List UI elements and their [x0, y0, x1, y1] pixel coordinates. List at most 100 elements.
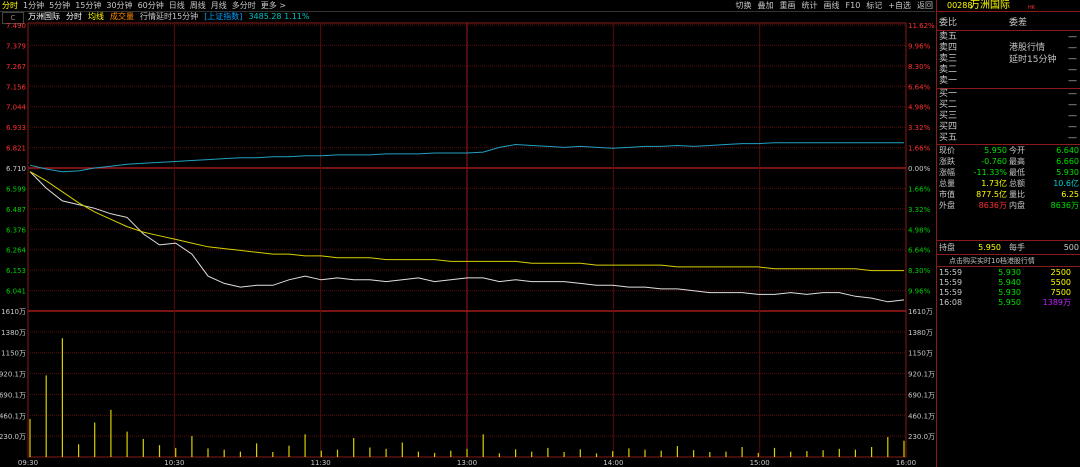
bid-level-value: —	[1068, 89, 1077, 99]
tick-time: 16:08	[939, 298, 963, 307]
volume-bar	[547, 447, 549, 457]
ask-level-label: 卖四	[939, 43, 958, 53]
tick-price: 5.930	[998, 288, 1021, 297]
trade-tick-row: 15:59 5.930 2500	[939, 268, 1079, 278]
volume-bar	[773, 447, 776, 457]
pct-tick-label: 3.32%	[908, 206, 931, 214]
ask-level-label: 卖五	[939, 32, 958, 42]
volume-bar	[709, 452, 711, 457]
time-tick-label: 13:00	[457, 459, 477, 467]
volume-bar	[725, 451, 727, 457]
trade-tick-row: 15:59 5.940 5500	[939, 278, 1079, 288]
volume-bar	[110, 409, 112, 457]
bid-level-value: —	[1068, 122, 1077, 132]
stat-value: 8636万	[978, 201, 1007, 210]
volume-bar	[353, 438, 355, 457]
volume-bar	[94, 422, 96, 457]
time-tick-label: 10:30	[164, 459, 184, 467]
volume-bar	[288, 445, 290, 457]
volume-bar	[223, 449, 225, 457]
delay-note-1: 港股行情	[1009, 43, 1046, 53]
bid-level-row: 买四 —	[939, 122, 1079, 133]
volume-bar	[158, 445, 161, 457]
volume-bar	[790, 451, 792, 457]
stat-label: 最高	[1009, 157, 1025, 166]
volume-tick-label: 690.1万	[0, 391, 26, 399]
intraday-chart[interactable]: 7.490 11.62% 7.379 9.96% 7.267 8.30% 7.156 6.64…	[0, 0, 935, 467]
ask-level-row: 卖一 —	[939, 76, 1079, 87]
volume-bar	[498, 453, 500, 457]
stat-value: 1.73亿	[981, 179, 1007, 188]
hold-value: 5.950	[978, 243, 1001, 252]
volume-bar	[595, 453, 598, 457]
tick-volume: 5500	[1050, 278, 1071, 287]
pct-tick-label: 1.66%	[908, 145, 931, 153]
pct-tick-label: 9.96%	[908, 42, 931, 50]
stat-value: 10.6亿	[1053, 179, 1079, 188]
ask-level-label: 卖二	[939, 65, 958, 75]
market-tag: HK	[1028, 5, 1036, 11]
stat-value: 8636万	[1050, 201, 1079, 210]
bid-level-label: 买一	[939, 89, 958, 99]
volume-bar	[175, 447, 177, 457]
price-tick-label: 6.487	[6, 206, 26, 214]
bid-level-row: 买一 —	[939, 89, 1079, 100]
volume-bar	[838, 448, 840, 457]
volume-bar	[417, 451, 419, 457]
stat-value: 6.640	[1056, 146, 1079, 155]
time-tick-label: 15:00	[750, 459, 770, 467]
ask-level-label: 卖一	[939, 76, 958, 86]
tick-price: 5.930	[998, 268, 1021, 277]
stat-label: 总额	[1009, 179, 1025, 188]
pct-tick-label: 8.30%	[908, 63, 931, 71]
volume-tick-label-right: 1380万	[908, 329, 933, 337]
volume-bar	[822, 450, 824, 457]
stat-value: 5.930	[1056, 168, 1079, 177]
quote-stat-row: 涨跌 -0.760 最高 6.660	[939, 157, 1079, 167]
volume-bar	[385, 448, 387, 457]
quote-stat-row: 市值 877.5亿 量比 6.25	[939, 190, 1079, 200]
volume-bar	[256, 443, 258, 457]
pct-tick-label: 0.00%	[908, 165, 931, 173]
volume-bar	[579, 449, 581, 457]
bid-level-label: 买四	[939, 122, 958, 132]
volume-tick-label-right: 1150万	[908, 350, 933, 358]
volume-tick-label: 1380万	[1, 329, 26, 337]
bid-level-label: 买五	[939, 133, 958, 143]
pct-tick-label: 6.64%	[908, 247, 931, 255]
stat-value: -11.33%	[973, 168, 1007, 177]
ask-level-label: 卖三	[939, 54, 958, 64]
stat-label: 涨跌	[939, 157, 955, 166]
price-tick-label: 6.710	[6, 165, 26, 173]
time-tick-label: 16:00	[896, 459, 916, 467]
volume-bar	[207, 448, 209, 457]
volume-bar	[676, 446, 678, 457]
stat-label: 市值	[939, 190, 955, 199]
order-ratio-label: 委比	[939, 18, 958, 28]
volume-bar	[320, 450, 322, 457]
pct-tick-label: 3.32%	[908, 124, 931, 132]
trade-tick-row: 15:59 5.930 7500	[939, 288, 1079, 298]
stat-label: 现价	[939, 146, 955, 155]
volume-bar	[887, 437, 889, 457]
stat-label: 外盘	[939, 201, 955, 210]
volume-bar	[239, 451, 241, 457]
pct-tick-label: 4.98%	[908, 226, 931, 234]
volume-bar	[612, 451, 614, 457]
price-tick-label: 6.599	[6, 185, 26, 193]
volume-bar	[304, 434, 306, 457]
ask-level-value: —	[1068, 32, 1077, 42]
volume-bar	[466, 448, 468, 457]
pct-tick-label: 4.98%	[908, 104, 931, 112]
quote-panel: 00288 万洲国际 HK 委比 委差 卖五 — 卖四 — 卖三 — 卖二 — 卖一 — 港股行情…	[936, 0, 1080, 467]
volume-bar	[369, 447, 371, 457]
bid-level-value: —	[1068, 133, 1077, 143]
volume-tick-label-right: 460.1万	[908, 412, 935, 420]
buy-realtime-link[interactable]: 点击购买实时10档港股行情	[949, 256, 1035, 266]
ask-level-value: —	[1068, 43, 1077, 53]
volume-bar	[871, 447, 873, 457]
volume-tick-label: 1610万	[1, 308, 26, 316]
time-tick-label: 11:30	[311, 459, 331, 467]
stat-label: 最低	[1009, 168, 1025, 177]
bid-level-value: —	[1068, 111, 1077, 121]
